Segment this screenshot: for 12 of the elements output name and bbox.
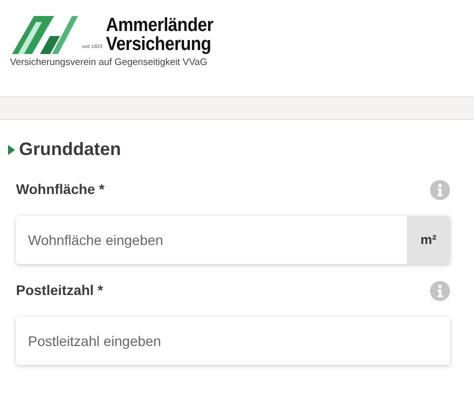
input-field[interactable]: Wohnfläche eingeben [16, 216, 407, 264]
input-field[interactable]: Postleitzahl eingeben [16, 317, 450, 365]
triangle-icon [8, 144, 15, 154]
section-title: Grunddaten [19, 138, 121, 161]
info-icon[interactable] [430, 280, 450, 300]
company-tagline: Versicherungsverein auf Gegenseitigkeit VVaG [10, 58, 208, 68]
info-icon[interactable] [430, 180, 450, 200]
field-label: Wohnfläche * [16, 180, 104, 199]
unit-label: m² [407, 216, 450, 264]
field-label: Postleitzahl * [16, 281, 104, 300]
company-name: Ammerländer [106, 16, 214, 35]
company-name: Versicherung [106, 35, 212, 54]
